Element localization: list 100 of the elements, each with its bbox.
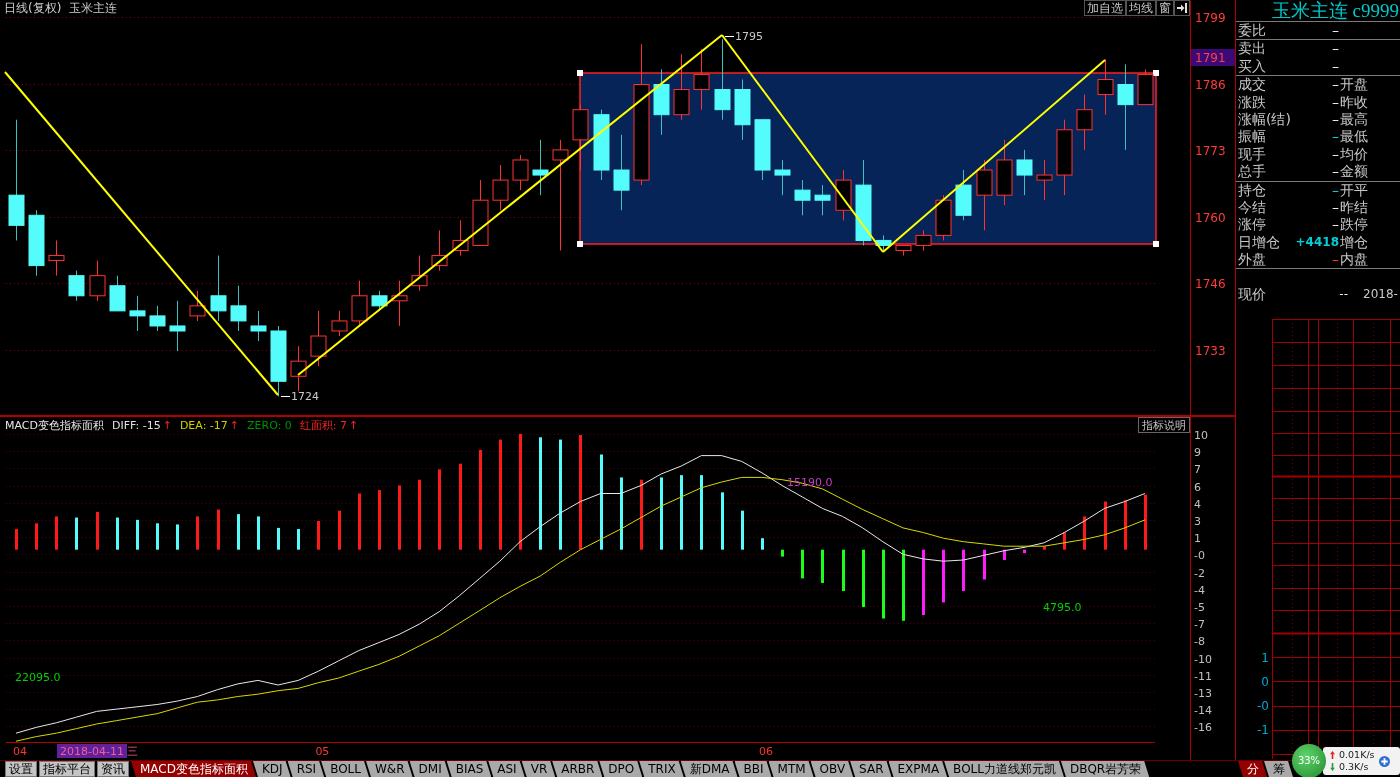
candlestick	[169, 300, 186, 352]
panel-tab[interactable]: 分	[1238, 761, 1267, 777]
toolbar-button[interactable]: 加自选	[1084, 0, 1126, 16]
macd-axis-label: 4	[1194, 497, 1201, 511]
macd-axis-label: -2	[1194, 566, 1205, 580]
quote-label: 昨收	[1339, 93, 1369, 111]
indicator-tab[interactable]: DBQR岩芳荣	[1060, 761, 1150, 777]
quote-value: –	[1332, 40, 1339, 58]
toolbar-button[interactable]: 设置	[5, 761, 37, 777]
candlestick	[835, 169, 852, 221]
candlestick	[1076, 94, 1093, 151]
toolbar-button[interactable]: 均线	[1126, 0, 1156, 16]
indicator-tab[interactable]: VR	[521, 761, 556, 777]
tick-axis-label: -1	[1257, 723, 1269, 738]
histogram-bar	[55, 516, 58, 550]
candlestick	[754, 119, 771, 181]
macd-axis-label: 7	[1194, 462, 1201, 476]
candlestick	[532, 139, 549, 196]
histogram-bar	[640, 479, 643, 550]
indicator-tab[interactable]: 新DMA	[680, 761, 738, 777]
quote-date: 2018-	[1362, 286, 1399, 304]
plus-icon[interactable]	[1378, 755, 1390, 767]
quote-label: 外盘	[1237, 251, 1267, 269]
indicator-tab[interactable]: DMI	[409, 761, 450, 777]
macd-axis-label: -7	[1194, 617, 1205, 631]
candlestick	[976, 159, 993, 231]
tick-axis-label: 1	[1261, 651, 1269, 666]
candlestick	[512, 154, 529, 191]
indicator-tab[interactable]: EXPMA	[888, 761, 948, 777]
quote-label: 涨停	[1237, 216, 1267, 234]
tick-axis-label: 0	[1261, 675, 1269, 690]
quote-value: –	[1332, 76, 1339, 94]
toolbar-button[interactable]: 窗	[1156, 0, 1174, 16]
candlestick	[935, 194, 952, 241]
cursor-date-label: 2018-04-11 三	[57, 744, 139, 758]
indicator-help-button[interactable]: 指标说明	[1138, 417, 1190, 433]
indicator-title: MACD变色指标面积	[5, 418, 104, 433]
candlestick	[89, 260, 106, 302]
toolbar-button[interactable]: 资讯	[97, 761, 129, 777]
histogram-bar	[902, 549, 905, 621]
indicator-tab[interactable]: MTM	[768, 761, 814, 777]
trend-arrow: ↑	[162, 418, 172, 433]
histogram-bar	[297, 529, 300, 550]
quote-label: 昨结	[1339, 198, 1369, 217]
candlestick	[774, 159, 791, 196]
candlestick	[452, 219, 469, 257]
quote-label: 委比	[1237, 22, 1267, 40]
candlestick	[955, 169, 972, 221]
candlestick	[875, 234, 892, 251]
histogram-bar	[116, 517, 119, 550]
indicator-tab[interactable]: RSI	[287, 761, 325, 777]
corner-handle-icon[interactable]	[577, 241, 583, 247]
candlestick	[673, 53, 690, 121]
histogram-bar	[237, 514, 240, 550]
histogram-bar	[721, 492, 724, 550]
histogram-bar	[801, 549, 804, 579]
indicator-tab[interactable]: MACD变色指标面积	[131, 761, 256, 777]
indicator-tab[interactable]: BOLL	[321, 761, 369, 777]
indicator-tab[interactable]: BIAS	[446, 761, 492, 777]
panel-tab[interactable]: 筹	[1264, 761, 1293, 777]
macd-axis-label: -11	[1194, 669, 1212, 683]
indicator-tab[interactable]: TRIX	[639, 761, 684, 777]
indicator-tab[interactable]: ASI	[488, 761, 525, 777]
quote-value: –	[1332, 57, 1339, 76]
macd-axis-label: 6	[1194, 480, 1201, 494]
indicator-tab[interactable]: DPO	[599, 761, 643, 777]
candlestick	[895, 245, 912, 257]
quote-label: 内盘	[1339, 251, 1369, 269]
candlestick	[411, 255, 428, 292]
indicator-tab[interactable]: SAR	[850, 761, 892, 777]
histogram-bar	[15, 529, 18, 550]
candlestick	[189, 290, 206, 322]
histogram-bar	[338, 510, 341, 550]
candlestick	[270, 325, 287, 397]
quote-title: 玉米主连 c9999	[1236, 0, 1400, 22]
histogram-bar	[741, 510, 744, 550]
histogram-bar	[862, 549, 865, 607]
toolbar-button[interactable]: 指标平台	[39, 761, 95, 777]
indicator-tab[interactable]: KDJ	[253, 761, 291, 777]
candlestick	[996, 139, 1013, 206]
indicator-tab[interactable]: BOLL力道线郑元凯	[944, 761, 1064, 777]
candlestick	[653, 68, 670, 136]
histogram-bar	[962, 549, 965, 591]
corner-handle-icon[interactable]	[1153, 70, 1159, 76]
indicator-tab[interactable]: BBI	[734, 761, 772, 777]
corner-handle-icon[interactable]	[577, 70, 583, 76]
upload-speed: 0.01K/s	[1339, 749, 1375, 761]
candlestick	[492, 164, 509, 211]
collapse-panel-button[interactable]	[1174, 0, 1190, 16]
indicator-tab[interactable]: OBV	[810, 761, 854, 777]
corner-handle-icon[interactable]	[1153, 241, 1159, 247]
histogram-bar	[761, 538, 764, 550]
macd-axis-label: -14	[1194, 703, 1212, 717]
quote-label: 现价	[1237, 285, 1267, 305]
indicator-tab[interactable]: ARBR	[552, 761, 603, 777]
indicator-tab[interactable]: W&R	[366, 761, 413, 777]
histogram-bar	[1043, 546, 1046, 550]
quote-value: –	[1332, 181, 1339, 199]
trend-arrow: ↑	[349, 418, 359, 433]
price-label: 1795	[724, 30, 763, 43]
